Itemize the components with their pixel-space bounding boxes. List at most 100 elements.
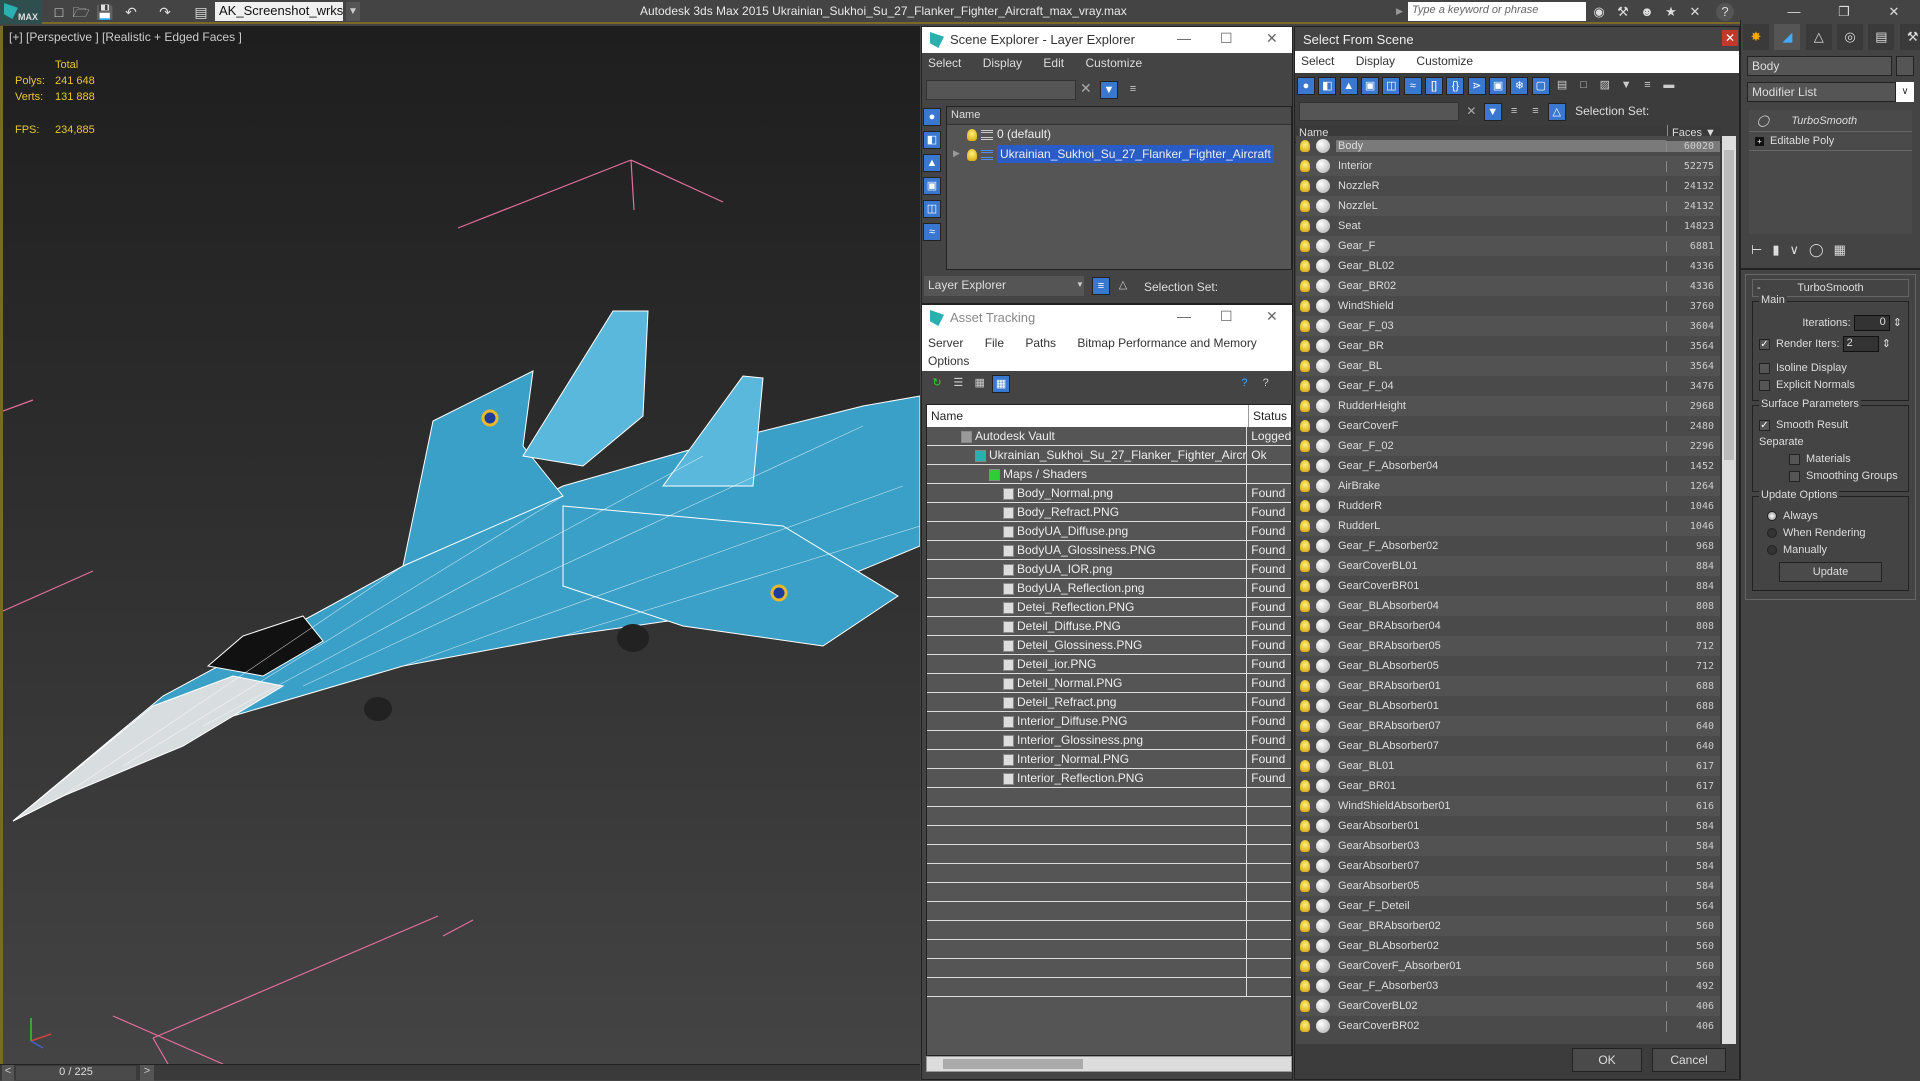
asset-tracking-titlebar[interactable]: Asset Tracking — ☐ ✕	[922, 305, 1292, 331]
asset-row[interactable]: Interior_Diffuse.PNG Found	[927, 712, 1291, 731]
asset-row[interactable]: Maps / Shaders	[927, 465, 1291, 484]
previous-frame-button[interactable]: <	[2, 1065, 14, 1081]
object-row[interactable]: NozzleL 24132	[1296, 196, 1720, 216]
object-row[interactable]: Gear_BL02 4336	[1296, 256, 1720, 276]
asset-row[interactable]: BodyUA_Diffuse.png Found	[927, 522, 1291, 541]
render-iters-checkbox[interactable]: ✓	[1759, 338, 1770, 350]
create-tab-icon[interactable]: ✸	[1743, 24, 1769, 50]
object-row[interactable]: Gear_F_04 3476	[1296, 376, 1720, 396]
object-row[interactable]: Gear_BL01 617	[1296, 756, 1720, 776]
object-row[interactable]: Gear_F_Absorber02 968	[1296, 536, 1720, 556]
light-bulb-icon[interactable]	[1300, 440, 1310, 452]
object-row[interactable]: Gear_BRAbsorber02 560	[1296, 916, 1720, 936]
perspective-viewport[interactable]: [+] [Perspective ] [Realistic + Edged Fa…	[0, 26, 920, 1064]
menu-paths[interactable]: Paths	[1025, 336, 1056, 350]
column-header-name[interactable]: Name	[927, 405, 1249, 427]
ok-button[interactable]: OK	[1572, 1048, 1642, 1072]
object-row[interactable]: WindShieldAbsorber01 616	[1296, 796, 1720, 816]
object-row[interactable]: Gear_BRAbsorber05 712	[1296, 636, 1720, 656]
object-row[interactable]: GearCoverBR02 406	[1296, 1016, 1720, 1036]
object-row[interactable]: GearAbsorber05 584	[1296, 876, 1720, 896]
scene-explorer-titlebar[interactable]: Scene Explorer - Layer Explorer — ☐ ✕	[922, 27, 1292, 53]
when-rendering-radio[interactable]	[1767, 528, 1777, 539]
menu-customize[interactable]: Customize	[1085, 56, 1142, 70]
refresh-icon[interactable]: ↻	[928, 375, 946, 393]
close-button[interactable]: ✕	[1880, 2, 1908, 22]
light-bulb-icon[interactable]	[1300, 640, 1310, 652]
light-bulb-icon[interactable]	[1300, 300, 1310, 312]
isoline-checkbox[interactable]	[1759, 362, 1770, 374]
object-row[interactable]: Gear_F_03 3604	[1296, 316, 1720, 336]
asset-row[interactable]: BodyUA_IOR.png Found	[927, 560, 1291, 579]
app-logo[interactable]: MAX	[0, 0, 42, 24]
light-bulb-icon[interactable]	[1300, 260, 1310, 272]
expand-plus-icon[interactable]: +	[1755, 137, 1764, 146]
asset-row[interactable]: Autodesk Vault Logged	[927, 427, 1291, 446]
light-bulb-icon[interactable]	[1300, 380, 1310, 392]
menu-customize[interactable]: Customize	[1416, 54, 1473, 68]
spinner-arrows-icon[interactable]: ⇕	[1893, 317, 1902, 329]
layers-settings-icon[interactable]: ≡	[1505, 103, 1523, 121]
object-row[interactable]: GearAbsorber07 584	[1296, 856, 1720, 876]
chevron-down-icon[interactable]: ∨	[1896, 82, 1914, 102]
layer-row[interactable]: 0 (default)	[947, 125, 1291, 145]
object-row[interactable]: Gear_BL 3564	[1296, 356, 1720, 376]
asset-row[interactable]: Body_Normal.png Found	[927, 484, 1291, 503]
hidden-filter-icon[interactable]: ▢	[1531, 77, 1550, 95]
column-header-status[interactable]: Status	[1249, 405, 1291, 427]
menu-display[interactable]: Display	[983, 56, 1022, 70]
redo-icon[interactable]: ↷	[156, 3, 174, 21]
sort-icon[interactable]: ≡	[1639, 77, 1657, 95]
object-color-swatch[interactable]	[1896, 56, 1914, 76]
menu-display[interactable]: Display	[1356, 54, 1395, 68]
object-row[interactable]: Gear_BRAbsorber04 808	[1296, 616, 1720, 636]
object-row[interactable]: Gear_BLAbsorber02 560	[1296, 936, 1720, 956]
helpers-filter-icon[interactable]: ◫	[923, 200, 941, 218]
modify-tab-icon[interactable]: ◢	[1774, 24, 1801, 50]
light-bulb-icon[interactable]	[1300, 400, 1310, 412]
asset-row[interactable]: BodyUA_Glossiness.PNG Found	[927, 541, 1291, 560]
menu-select[interactable]: Select	[1301, 54, 1334, 68]
spacewarps-filter-icon[interactable]: ≈	[923, 223, 941, 241]
light-bulb-icon[interactable]	[1300, 600, 1310, 612]
collapse-icon[interactable]: ▬	[1660, 77, 1678, 95]
motion-tab-icon[interactable]: ◎	[1837, 24, 1864, 50]
menu-server[interactable]: Server	[928, 336, 963, 350]
remove-modifier-icon[interactable]: ◯	[1809, 242, 1834, 257]
light-bulb-icon[interactable]	[1300, 320, 1310, 332]
asset-row[interactable]: Deteil_Glossiness.PNG Found	[927, 636, 1291, 655]
modifier-stack-item[interactable]: ◯ TurboSmooth	[1749, 110, 1912, 132]
table-view-icon[interactable]: ▦	[992, 375, 1011, 393]
light-bulb-icon[interactable]	[1300, 280, 1310, 292]
light-bulb-icon[interactable]	[1300, 980, 1310, 992]
display-tab-icon[interactable]: ▤	[1868, 24, 1895, 50]
filter-icon[interactable]: ▼	[1100, 81, 1118, 99]
object-row[interactable]: Gear_F 6881	[1296, 236, 1720, 256]
close-button[interactable]: ✕	[1266, 30, 1278, 47]
asset-row[interactable]: Deteil_Normal.PNG Found	[927, 674, 1291, 693]
bones-filter-icon[interactable]: ⋗	[1467, 77, 1486, 95]
chevron-down-icon[interactable]: ▼	[1076, 280, 1084, 289]
spacewarps-filter-icon[interactable]: ≈	[1403, 77, 1422, 95]
object-row[interactable]: Interior 52275	[1296, 156, 1720, 176]
light-bulb-icon[interactable]	[1300, 720, 1310, 732]
object-row[interactable]: GearAbsorber03 584	[1296, 836, 1720, 856]
light-bulb-icon[interactable]	[1300, 680, 1310, 692]
object-row[interactable]: AirBrake 1264	[1296, 476, 1720, 496]
user-icon[interactable]: ☻	[1638, 3, 1656, 21]
show-end-result-icon[interactable]: ▮	[1772, 242, 1789, 257]
clear-search-icon[interactable]: ✕	[1466, 104, 1476, 118]
light-bulb-icon[interactable]	[1300, 140, 1310, 152]
shapes-filter-icon[interactable]: ◧	[923, 131, 941, 149]
object-row[interactable]: Gear_BLAbsorber04 808	[1296, 596, 1720, 616]
light-bulb-icon[interactable]	[1300, 1000, 1310, 1012]
make-unique-icon[interactable]: ∨	[1789, 242, 1809, 257]
object-row[interactable]: GearCoverF 2480	[1296, 416, 1720, 436]
asset-row[interactable]: Interior_Glossiness.png Found	[927, 731, 1291, 750]
tree-view-icon[interactable]: ▦	[971, 375, 989, 393]
object-row[interactable]: RudderHeight 2968	[1296, 396, 1720, 416]
next-frame-button[interactable]: >	[140, 1065, 154, 1081]
workspace-menu-button[interactable]: ▼	[346, 2, 360, 21]
minimize-button[interactable]: —	[1177, 30, 1191, 46]
light-bulb-icon[interactable]	[1300, 740, 1310, 752]
